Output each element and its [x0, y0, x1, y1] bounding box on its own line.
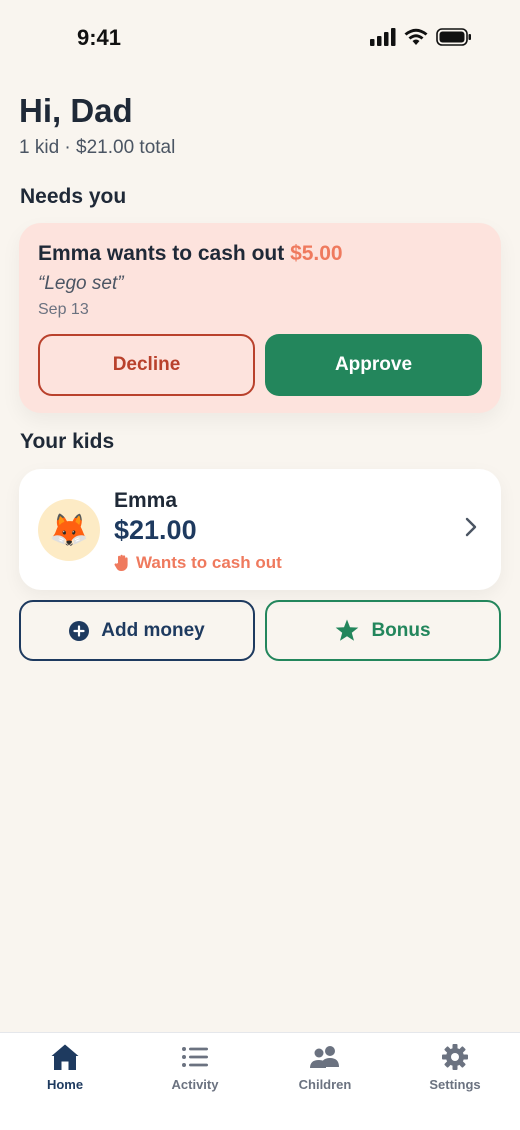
request-text: Emma wants to cash out	[38, 242, 285, 265]
star-icon	[336, 619, 359, 641]
raised-hand-icon	[114, 554, 128, 571]
wifi-icon	[404, 28, 428, 45]
request-amount: $5.00	[290, 242, 343, 265]
add-money-button[interactable]: Add money	[19, 600, 255, 661]
status-icons	[370, 28, 472, 46]
request-headline: Emma wants to cash out $5.00	[38, 242, 343, 266]
status-time: 9:41	[77, 25, 122, 50]
request-date: Sep 13	[38, 301, 89, 318]
tab-bar: Home Activity Children Settings	[0, 1032, 520, 1130]
kid-card-emma[interactable]: 🦊 Emma $21.00 Wants to cash out	[19, 469, 501, 590]
status-bar: 9:41	[0, 0, 520, 78]
plus-circle-icon	[69, 620, 90, 641]
kid-status-text: Wants to cash out	[136, 553, 282, 572]
tab-children-label: Children	[298, 1077, 352, 1092]
home-icon	[51, 1044, 79, 1070]
people-icon	[310, 1046, 339, 1068]
add-money-label: Add money	[101, 619, 205, 641]
decline-button[interactable]: Decline	[38, 334, 255, 396]
tab-settings[interactable]: Settings	[390, 1043, 520, 1092]
summary-text: 1 kid · $21.00 total	[19, 137, 176, 158]
avatar: 🦊	[38, 499, 100, 561]
chevron-right-icon	[465, 517, 477, 537]
tab-activity[interactable]: Activity	[130, 1043, 260, 1092]
needs-you-title: Needs you	[20, 185, 127, 208]
your-kids-title: Your kids	[20, 430, 115, 453]
cashout-request-card: Emma wants to cash out $5.00 “Lego set” …	[19, 223, 501, 413]
list-icon	[182, 1047, 208, 1067]
bonus-button[interactable]: Bonus	[265, 600, 501, 661]
bonus-label: Bonus	[371, 619, 431, 641]
approve-button[interactable]: Approve	[265, 334, 482, 396]
gear-icon	[442, 1044, 468, 1070]
kid-status: Wants to cash out	[114, 553, 282, 573]
kid-balance: $21.00	[114, 515, 197, 545]
kid-name: Emma	[114, 489, 178, 512]
request-note: “Lego set”	[38, 273, 124, 294]
signal-icon	[370, 28, 396, 46]
tab-activity-label: Activity	[171, 1077, 219, 1092]
tab-home-label: Home	[46, 1077, 84, 1092]
tab-home[interactable]: Home	[0, 1043, 130, 1092]
tab-children[interactable]: Children	[260, 1043, 390, 1092]
battery-icon	[436, 28, 471, 46]
tab-settings-label: Settings	[429, 1077, 481, 1092]
greeting-title: Hi, Dad	[19, 92, 133, 129]
